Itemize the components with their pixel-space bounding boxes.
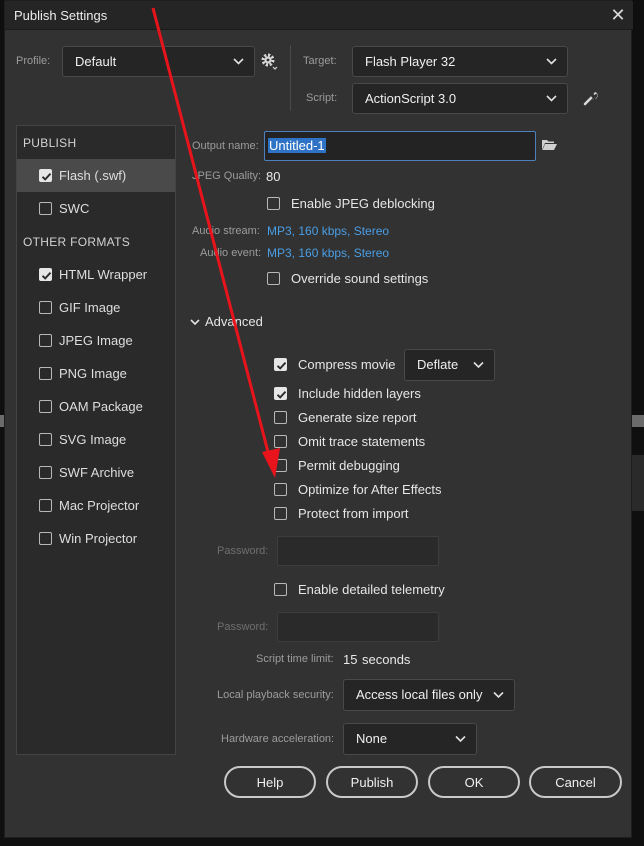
- annotation-arrow-head: [262, 448, 280, 478]
- annotation-arrow: [151, 7, 280, 478]
- annotation-arrow-line: [151, 7, 270, 453]
